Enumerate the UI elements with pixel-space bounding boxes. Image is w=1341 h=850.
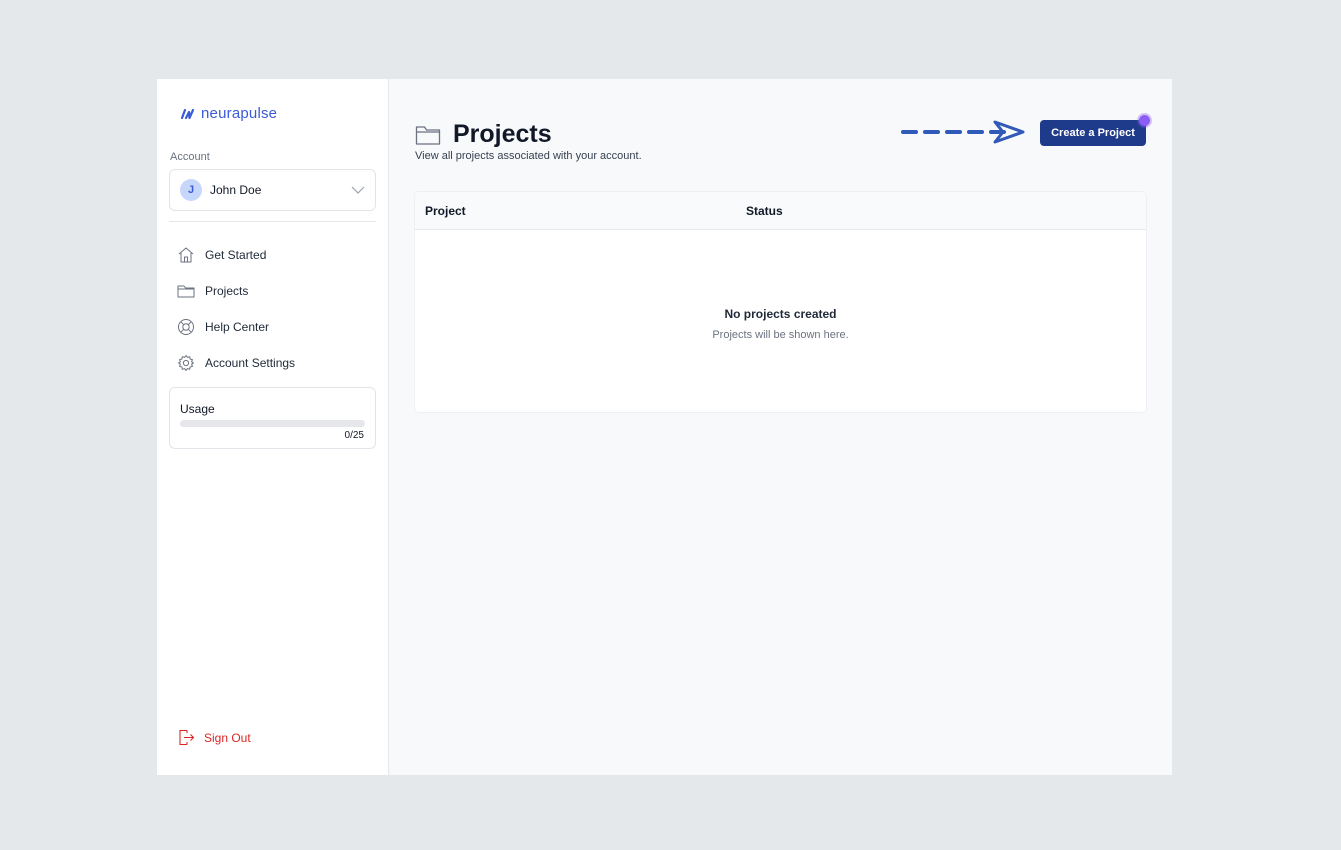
page-header: Projects	[415, 120, 552, 149]
dashed-arrow-icon	[901, 120, 1025, 144]
sidebar-item-help-center[interactable]: Help Center	[176, 309, 295, 345]
sidebar-item-label: Get Started	[205, 248, 267, 262]
sidebar-divider	[169, 221, 376, 222]
account-name: John Doe	[210, 183, 262, 197]
account-selector[interactable]: J John Doe	[169, 169, 376, 211]
empty-state-title: No projects created	[724, 307, 837, 321]
sidebar-item-label: Help Center	[205, 320, 270, 334]
usage-progress-bar	[180, 420, 365, 427]
chevron-down-icon	[351, 186, 365, 194]
table-header: Project Status	[415, 192, 1146, 230]
sidebar-item-projects[interactable]: Projects	[176, 273, 295, 309]
sidebar: neurapulse Account J John Doe Get Starte…	[157, 79, 389, 775]
usage-title: Usage	[180, 402, 215, 416]
folder-icon	[415, 125, 441, 145]
page-subtitle: View all projects associated with your a…	[415, 150, 642, 162]
sign-out-label: Sign Out	[204, 730, 251, 745]
column-header-project[interactable]: Project	[425, 204, 466, 218]
page-title: Projects	[453, 120, 552, 148]
sidebar-item-label: Projects	[205, 284, 249, 298]
lifebuoy-icon	[176, 317, 196, 337]
sign-out-button[interactable]: Sign Out	[178, 729, 251, 746]
empty-state-subtitle: Projects will be shown here.	[712, 329, 849, 341]
sidebar-item-label: Account Settings	[205, 356, 296, 370]
brand-logo[interactable]: neurapulse	[180, 105, 277, 122]
app-window: neurapulse Account J John Doe Get Starte…	[157, 79, 1172, 775]
gear-icon	[176, 353, 196, 373]
account-label: Account	[170, 151, 210, 163]
notification-dot	[1139, 115, 1150, 126]
folder-icon	[176, 281, 196, 301]
sidebar-item-account-settings[interactable]: Account Settings	[176, 345, 295, 381]
logo-mark-icon	[180, 108, 195, 119]
create-project-button[interactable]: Create a Project	[1040, 120, 1146, 146]
main-content: Projects View all projects associated wi…	[389, 79, 1172, 775]
brand-name: neurapulse	[201, 105, 278, 122]
home-icon	[176, 245, 196, 265]
sign-out-icon	[179, 729, 195, 746]
usage-count: 0/25	[344, 430, 364, 441]
avatar: J	[180, 179, 202, 201]
sidebar-item-get-started[interactable]: Get Started	[176, 237, 295, 273]
projects-table: Project Status No projects created Proje…	[415, 192, 1146, 412]
column-header-status[interactable]: Status	[746, 204, 783, 218]
sidebar-nav: Get Started Projects Help Center Account…	[176, 237, 295, 381]
usage-card: Usage 0/25	[169, 387, 376, 449]
